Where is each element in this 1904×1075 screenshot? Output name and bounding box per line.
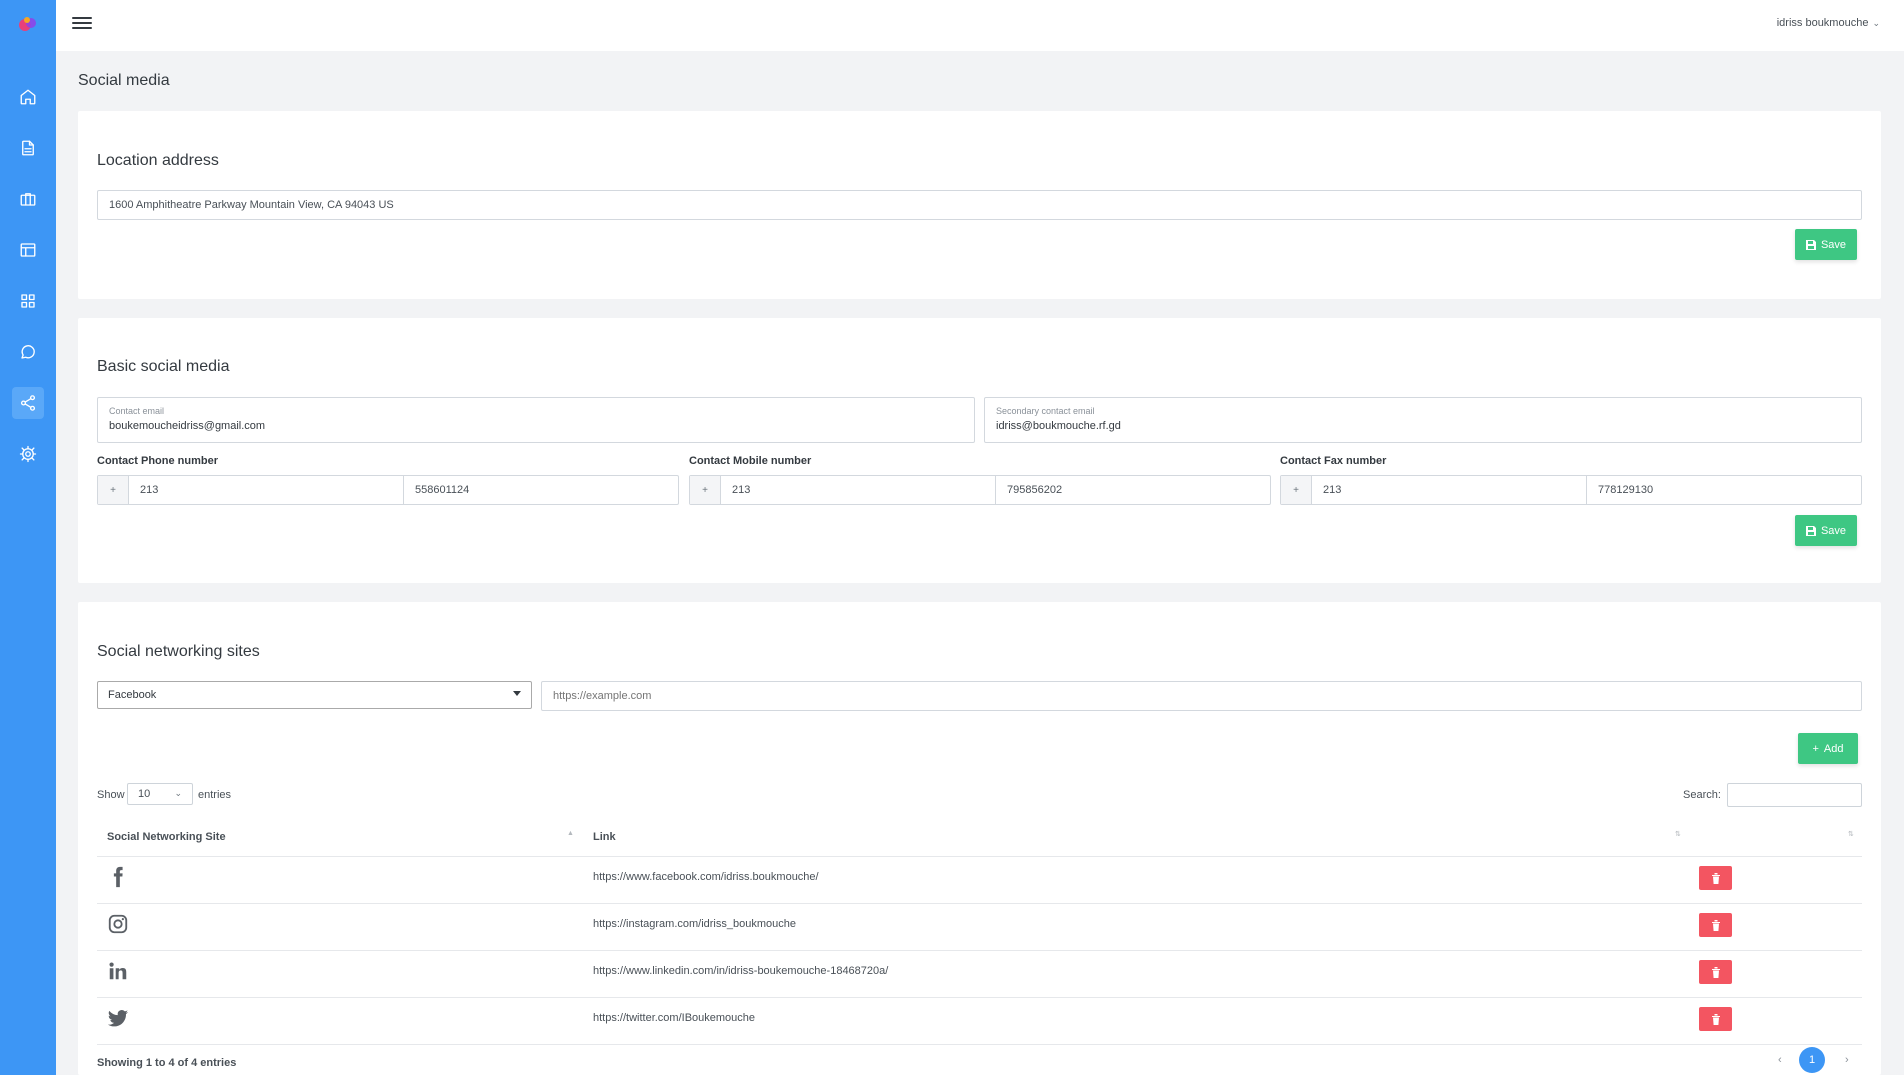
hamburger-icon (72, 17, 92, 19)
mobile-input-group: + 213 795856202 (689, 475, 1271, 505)
layout-icon (20, 243, 36, 257)
phone-code-input[interactable]: 213 (129, 476, 404, 504)
sidebar-item-home[interactable] (12, 81, 44, 113)
sort-icon: ⇅ (1848, 831, 1854, 838)
save-icon (1805, 525, 1816, 536)
row-divider (97, 1044, 1862, 1045)
secondary-email-value: idriss@boukmouche.rf.gd (996, 420, 1121, 432)
save-basic-button[interactable]: Save (1795, 515, 1857, 546)
chat-icon (21, 345, 35, 359)
mobile-number-input[interactable]: 795856202 (996, 476, 1270, 504)
secondary-email-field[interactable]: Secondary contact email idriss@boukmouch… (984, 397, 1862, 443)
sites-title: Social networking sites (97, 643, 260, 660)
basic-social-card: Basic social media Contact email boukemo… (78, 318, 1881, 583)
contact-email-field[interactable]: Contact email boukemoucheidriss@gmail.co… (97, 397, 975, 443)
row-divider (97, 856, 1862, 857)
page-length-select[interactable]: 10 ⌄ (127, 783, 193, 805)
document-icon (22, 140, 34, 156)
entries-label: entries (198, 789, 232, 801)
trash-icon (1711, 966, 1720, 978)
chevron-down-icon: ⌄ (1872, 18, 1880, 28)
address-input[interactable]: 1600 Amphitheatre Parkway Mountain View,… (97, 190, 1862, 220)
sidebar-item-layout[interactable] (12, 234, 44, 266)
table-info: Showing 1 to 4 of 4 entries (97, 1057, 237, 1069)
delete-row-button[interactable] (1699, 866, 1732, 890)
fax-input-group: + 213 778129130 (1280, 475, 1862, 505)
search-label: Search: (1683, 789, 1721, 801)
delete-row-button[interactable] (1699, 960, 1732, 984)
user-menu[interactable]: idriss boukmouche ⌄ (1777, 17, 1880, 29)
add-site-button[interactable]: + Add (1798, 733, 1858, 764)
page-title: Social media (78, 72, 170, 89)
sidebar-item-settings[interactable] (12, 438, 44, 470)
sidebar (0, 0, 56, 1075)
row-divider (97, 903, 1862, 904)
fax-plus-addon: + (1281, 476, 1312, 504)
facebook-icon (107, 866, 129, 888)
sidebar-item-portfolio[interactable] (12, 183, 44, 215)
page-1-button[interactable]: 1 (1799, 1047, 1825, 1073)
mobile-plus-addon: + (690, 476, 721, 504)
mobile-code-input[interactable]: 213 (721, 476, 996, 504)
phone-label: Contact Phone number (97, 455, 219, 467)
gear-icon (19, 445, 37, 463)
app-logo[interactable] (17, 15, 39, 33)
row-divider (97, 997, 1862, 998)
sidebar-item-messages[interactable] (12, 336, 44, 368)
secondary-email-label: Secondary contact email (996, 406, 1095, 416)
table-row-link[interactable]: https://instagram.com/idriss_boukmouche (593, 918, 796, 930)
phone-plus-addon: + (98, 476, 129, 504)
caret-down-icon (513, 691, 521, 696)
sidebar-item-pages[interactable] (12, 132, 44, 164)
home-icon (20, 89, 36, 105)
grid-icon (21, 294, 35, 308)
phone-input-group: + 213 558601124 (97, 475, 679, 505)
instagram-icon (107, 913, 129, 935)
briefcase-icon (20, 193, 36, 206)
save-location-button[interactable]: Save (1795, 229, 1857, 260)
table-row-link[interactable]: https://www.facebook.com/idriss.boukmouc… (593, 871, 819, 883)
trash-icon (1711, 872, 1720, 884)
fax-label: Contact Fax number (1280, 455, 1387, 467)
sidebar-item-social-media[interactable] (12, 387, 44, 419)
twitter-icon (107, 1007, 129, 1029)
top-bar: idriss boukmouche ⌄ (56, 0, 1904, 51)
sort-icon: ▲ (567, 830, 574, 837)
fax-code-input[interactable]: 213 (1312, 476, 1587, 504)
show-label: Show (97, 789, 125, 801)
site-select[interactable]: Facebook (97, 681, 532, 709)
chevron-down-icon: ⌄ (174, 788, 182, 798)
social-sites-card: Social networking sites Facebook + Add S… (78, 602, 1881, 1075)
linkedin-icon (107, 960, 129, 982)
share-icon (20, 395, 36, 411)
mobile-label: Contact Mobile number (689, 455, 812, 467)
user-name: idriss boukmouche (1776, 17, 1869, 29)
contact-email-label: Contact email (109, 406, 165, 416)
plus-icon: + (1812, 742, 1819, 755)
col-header-site[interactable]: Social Networking Site (107, 831, 226, 843)
save-icon (1805, 239, 1816, 250)
trash-icon (1711, 1013, 1720, 1025)
basic-title: Basic social media (97, 358, 230, 375)
location-card: Location address 1600 Amphitheatre Parkw… (78, 111, 1881, 299)
trash-icon (1711, 919, 1720, 931)
table-row-link[interactable]: https://www.linkedin.com/in/idriss-bouke… (593, 965, 888, 977)
row-divider (97, 950, 1862, 951)
fax-number-input[interactable]: 778129130 (1587, 476, 1861, 504)
sort-icon: ⇅ (1675, 831, 1681, 838)
delete-row-button[interactable] (1699, 913, 1732, 937)
col-header-link[interactable]: Link (593, 831, 616, 843)
phone-number-input[interactable]: 558601124 (404, 476, 678, 504)
next-page-button[interactable]: › (1845, 1054, 1849, 1066)
table-row-link[interactable]: https://twitter.com/IBoukemouche (593, 1012, 755, 1024)
sidebar-item-grid[interactable] (12, 285, 44, 317)
location-title: Location address (97, 152, 219, 169)
table-search-input[interactable] (1727, 783, 1862, 807)
menu-toggle-button[interactable] (72, 14, 92, 34)
contact-email-value: boukemoucheidriss@gmail.com (109, 420, 266, 432)
site-url-input[interactable] (541, 681, 1862, 711)
delete-row-button[interactable] (1699, 1007, 1732, 1031)
prev-page-button[interactable]: ‹ (1778, 1054, 1782, 1066)
